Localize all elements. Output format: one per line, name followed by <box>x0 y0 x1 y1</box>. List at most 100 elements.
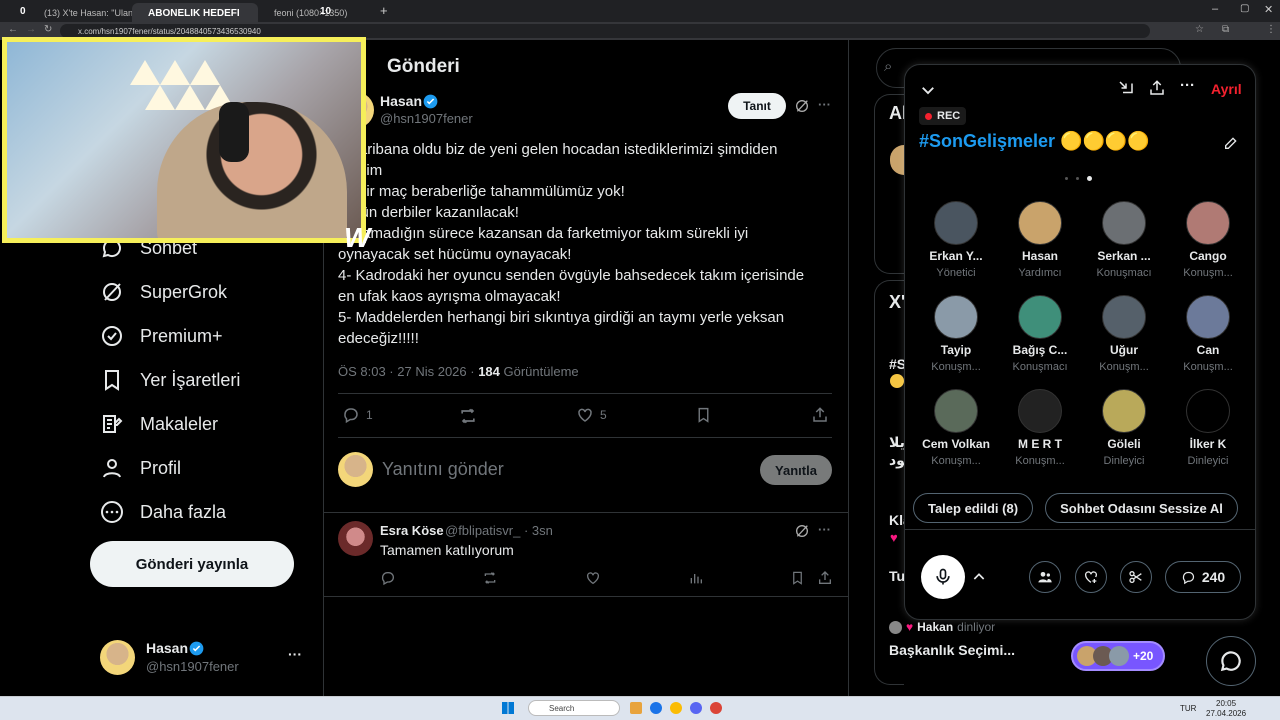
post-button[interactable]: Gönderi yayınla <box>90 541 294 587</box>
participant[interactable]: Göleli Dinleyici <box>1081 389 1167 467</box>
follow-button[interactable]: Tanıt <box>728 93 786 119</box>
sidebar-item-articles[interactable]: Makaleler <box>100 406 218 442</box>
tweet-line: n garibana oldu biz de yeni gelen hocada… <box>338 141 778 158</box>
grok-icon <box>103 283 121 301</box>
file-explorer-icon[interactable] <box>630 702 642 714</box>
tab-abonelik[interactable]: ABONELIK HEDEFI <box>132 3 258 22</box>
tweet-line: ek bir maç beraberliğe tahammülümüz yok! <box>338 183 625 200</box>
more-icon[interactable]: ··· <box>1180 77 1195 94</box>
share-icon[interactable] <box>811 406 829 424</box>
author-handle[interactable]: @hsn1907fener <box>380 111 473 126</box>
listener-avatar <box>889 620 902 634</box>
mic-button[interactable] <box>921 555 965 599</box>
participant[interactable]: Cango Konuşm... <box>1165 201 1251 279</box>
repost-icon[interactable] <box>458 406 478 426</box>
bookmark-icon[interactable] <box>695 406 712 424</box>
account-switcher[interactable]: Hasan @hsn1907fener ··· <box>100 638 310 678</box>
trend-item[interactable]: Tu <box>889 568 905 584</box>
participant[interactable]: Erkan Y... Yönetici <box>913 201 999 279</box>
tweet-line: 5- Maddelerden herhangi biri sıkıntıya g… <box>338 309 785 326</box>
participant[interactable]: Cem Volkan Konuşm... <box>913 389 999 467</box>
like-action[interactable]: 5 <box>576 406 607 424</box>
avatar <box>1109 646 1129 666</box>
listener-name: Hakan <box>917 620 954 634</box>
star-icon[interactable]: ☆ <box>1195 24 1204 35</box>
participant[interactable]: Uğur Konuşm... <box>1081 295 1167 373</box>
listeners-badge[interactable]: +20 <box>1071 641 1165 671</box>
back-icon[interactable]: ← <box>8 24 18 35</box>
app-icon[interactable] <box>710 702 722 714</box>
clock-time[interactable]: 20:05 <box>1216 699 1236 708</box>
taskbar-search[interactable]: Search <box>528 700 620 716</box>
grok-icon[interactable] <box>794 98 810 114</box>
views-icon[interactable] <box>688 570 704 586</box>
collapse-icon[interactable] <box>919 81 937 99</box>
mute-room-button[interactable]: Sohbet Odasını Sessize Al <box>1045 493 1238 523</box>
participant[interactable]: Bağış C... Konuşmacı <box>997 295 1083 373</box>
share-icon[interactable] <box>817 570 833 586</box>
reply-author-name[interactable]: Esra Köse <box>380 523 444 538</box>
participant[interactable]: İlker K Dinleyici <box>1165 389 1251 467</box>
trend-item[interactable]: يلا <box>889 434 905 451</box>
pinned-apps <box>630 702 722 714</box>
chevron-up-icon[interactable] <box>971 569 987 585</box>
sidebar-item-premium[interactable]: Premium+ <box>100 318 223 354</box>
new-tab-icon[interactable]: + <box>380 3 388 18</box>
forward-icon[interactable]: → <box>26 24 36 35</box>
repost-icon[interactable] <box>482 570 498 586</box>
reply-button[interactable]: Yanıtla <box>760 455 832 485</box>
people-button[interactable] <box>1029 561 1061 593</box>
chrome-icon[interactable] <box>670 702 682 714</box>
messages-fab[interactable] <box>1206 636 1256 686</box>
participant[interactable]: Can Konuşm... <box>1165 295 1251 373</box>
space-listener-row[interactable]: ♥ Hakan dinliyor <box>889 620 995 634</box>
participant[interactable]: Serkan ... Konuşmacı <box>1081 201 1167 279</box>
discord-icon[interactable] <box>690 702 702 714</box>
account-more-icon[interactable]: ··· <box>288 646 302 662</box>
participant-avatar <box>934 295 978 339</box>
taskbar: 20:05 27.04.2026 TUR <box>0 696 1280 720</box>
participant[interactable]: Hasan Yardımcı <box>997 201 1083 279</box>
edge-icon[interactable] <box>650 702 662 714</box>
timestamp[interactable]: ÖS 8:03 · 27 Nis 2026 · <box>338 364 478 379</box>
reply-icon[interactable] <box>380 570 396 586</box>
close-window-icon[interactable]: ✕ <box>1264 3 1273 16</box>
tab-x-post[interactable]: (13) X'te Hasan: "Ulan garib... <box>28 3 132 22</box>
tab-feoni[interactable]: feoni (1080×1350) <box>258 3 368 22</box>
grok-icon[interactable] <box>794 523 810 539</box>
request-button[interactable]: Talep edildi (8) <box>913 493 1033 523</box>
extensions-icon[interactable]: ⧉ <box>1222 24 1229 35</box>
edit-icon[interactable] <box>1223 135 1239 151</box>
comments-button[interactable]: 240 <box>1165 561 1241 593</box>
minimize-space-icon[interactable] <box>1117 79 1135 97</box>
reload-icon[interactable]: ↻ <box>44 24 52 35</box>
share-icon[interactable] <box>1148 79 1166 97</box>
sidebar-item-supergrok[interactable]: SuperGrok <box>100 274 227 310</box>
windows-start-icon[interactable] <box>502 702 514 714</box>
participant-name: Can <box>1196 343 1220 357</box>
reply-avatar <box>338 521 373 556</box>
url-input[interactable]: x.com/hsn1907fener/status/20488405734365… <box>60 24 1150 38</box>
react-button[interactable] <box>1075 561 1107 593</box>
maximize-icon[interactable]: ▢ <box>1240 3 1249 14</box>
clip-button[interactable] <box>1120 561 1152 593</box>
language-indicator[interactable]: TUR <box>1180 704 1196 713</box>
menu-icon[interactable]: ⋮ <box>1266 24 1276 35</box>
sidebar-item-profile[interactable]: Profil <box>100 450 181 486</box>
leave-button[interactable]: Ayrıl <box>1211 81 1242 97</box>
space-title-mini[interactable]: Başkanlık Seçimi... <box>889 642 1015 658</box>
reply-more-icon[interactable]: ··· <box>818 522 831 537</box>
sidebar-item-more[interactable]: Daha fazla <box>100 494 226 530</box>
minimize-icon[interactable]: – <box>1212 3 1218 15</box>
participant[interactable]: M E R T Konuşm... <box>997 389 1083 467</box>
reply-action[interactable]: 1 <box>342 406 373 424</box>
sidebar-item-bookmarks[interactable]: Yer İşaretleri <box>100 362 240 398</box>
participant[interactable]: Tayip Konuşm... <box>913 295 999 373</box>
reply-input[interactable]: Yanıtını gönder <box>382 459 504 480</box>
author-name[interactable]: Hasan <box>380 93 422 109</box>
post-more-icon[interactable]: ··· <box>818 97 831 112</box>
bookmark-icon[interactable] <box>790 570 805 586</box>
rec-label: REC <box>937 110 961 122</box>
clock-date[interactable]: 27.04.2026 <box>1206 709 1246 718</box>
heart-icon[interactable] <box>585 570 601 586</box>
